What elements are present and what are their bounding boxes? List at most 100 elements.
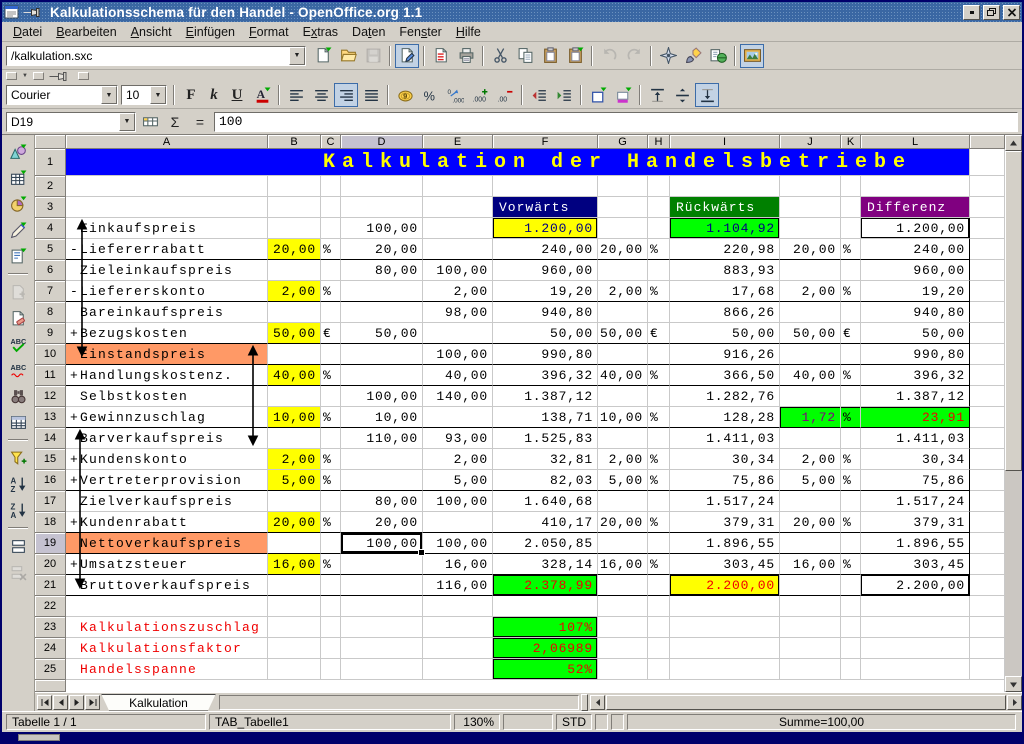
cell-E18[interactable] [423,512,493,533]
menu-einfügen[interactable]: Einfügen [179,23,242,41]
cell-E19[interactable]: 100,00 [423,533,493,554]
cell-F15[interactable]: 32,81 [493,449,598,470]
number-format-currency-icon[interactable]: 9 [393,83,417,107]
cell-F10[interactable]: 990,80 [493,344,598,365]
cell-A19[interactable]: Nettoverkaufspreis [66,533,268,554]
cell-I25[interactable] [670,659,780,680]
insert-icon[interactable] [6,140,30,164]
row-header-11[interactable]: 11 [35,365,66,386]
row-header-2[interactable]: 2 [35,176,66,197]
cell-J3[interactable] [780,197,841,218]
cell-C14[interactable] [321,428,341,449]
column-header-M[interactable] [970,135,1005,149]
cell-M17[interactable] [970,491,1005,512]
font-size-dropdown-icon[interactable]: ▼ [150,86,166,104]
cell-K24[interactable] [841,638,861,659]
cell-A10[interactable]: Einstandspreis [66,344,268,365]
increase-indent-icon[interactable] [552,83,576,107]
cell-M3[interactable] [970,197,1005,218]
cell-A3[interactable] [66,197,268,218]
font-size-combo[interactable]: 10 ▼ [121,85,167,105]
previous-sheet-icon[interactable] [53,695,68,710]
cell-I13[interactable]: 128,28 [670,407,780,428]
cell-D22[interactable] [341,596,423,617]
cell-F9[interactable]: 50,00 [493,323,598,344]
cell-M24[interactable] [970,638,1005,659]
cell-L10[interactable]: 990,80 [861,344,970,365]
cell-M19[interactable] [970,533,1005,554]
cell-J13[interactable]: 1,72 [780,407,841,428]
cell-F16[interactable]: 82,03 [493,470,598,491]
form-controls-icon[interactable] [6,244,30,268]
cell-M5[interactable] [970,239,1005,260]
paste-special-icon[interactable] [563,44,587,68]
cell-L16[interactable]: 75,86 [861,470,970,491]
cell-L21[interactable]: 2.200,00 [861,575,970,596]
cell-E16[interactable]: 5,00 [423,470,493,491]
cell-M8[interactable] [970,302,1005,323]
cell-A23[interactable]: Kalkulationszuschlag [66,617,268,638]
cell-K22[interactable] [841,596,861,617]
cell-H15[interactable]: % [648,449,670,470]
cell-M11[interactable] [970,365,1005,386]
export-pdf-icon[interactable] [429,44,453,68]
cell-I21[interactable]: 2.200,00 [670,575,780,596]
cell-J19[interactable] [780,533,841,554]
cell-J5[interactable]: 20,00 [780,239,841,260]
cell-C4[interactable] [321,218,341,239]
row-header-6[interactable]: 6 [35,260,66,281]
cell-A17[interactable]: Zielverkaufspreis [66,491,268,512]
insert-mode-field[interactable] [503,714,553,730]
cell-M2[interactable] [970,176,1005,197]
page-style-field[interactable]: TAB_Tabelle1 [209,714,451,730]
row-header-18[interactable]: 18 [35,512,66,533]
cell-K14[interactable] [841,428,861,449]
cell-A13[interactable]: +Gewinnzuschlag [66,407,268,428]
cell-A8[interactable]: Bareinkaufspreis [66,302,268,323]
align-justified-icon[interactable] [359,83,383,107]
cell-H16[interactable]: % [648,470,670,491]
cell-A15[interactable]: +Kundenskonto [66,449,268,470]
scroll-up-icon[interactable] [1005,135,1022,151]
hscroll-left-icon[interactable] [590,695,605,710]
cell-M6[interactable] [970,260,1005,281]
gallery-icon[interactable] [740,44,764,68]
cell-H9[interactable]: € [648,323,670,344]
cell-E21[interactable]: 116,00 [423,575,493,596]
cell-A22[interactable] [66,596,268,617]
cell-B6[interactable] [268,260,321,281]
cell-D11[interactable] [341,365,423,386]
cell-L4[interactable]: 1.200,00 [861,218,970,239]
cell-H7[interactable]: % [648,281,670,302]
cell-L22[interactable] [861,596,970,617]
cell-F3[interactable]: Vorwärts [493,197,598,218]
cell-J23[interactable] [780,617,841,638]
cell-C25[interactable] [321,659,341,680]
cell-I16[interactable]: 75,86 [670,470,780,491]
hscroll-right-icon[interactable] [1007,695,1022,710]
cell-D5[interactable]: 20,00 [341,239,423,260]
cell-B8[interactable] [268,302,321,323]
cell-L11[interactable]: 396,32 [861,365,970,386]
menu-bearbeiten[interactable]: Bearbeiten [49,23,123,41]
find-replace-icon[interactable] [6,384,30,408]
number-format-percent-icon[interactable]: % [418,83,442,107]
cell-C24[interactable] [321,638,341,659]
cell-K25[interactable] [841,659,861,680]
row-header-17[interactable]: 17 [35,491,66,512]
align-center-vertical-icon[interactable] [670,83,694,107]
cell-G11[interactable]: 40,00 [598,365,648,386]
cell-I9[interactable]: 50,00 [670,323,780,344]
cell-G18[interactable]: 20,00 [598,512,648,533]
cell-M23[interactable] [970,617,1005,638]
title-bar[interactable]: Kalkulationsschema für den Handel - Open… [2,2,1022,22]
cell-A6[interactable]: Zieleinkaufspreis [66,260,268,281]
cell-B23[interactable] [268,617,321,638]
cell-C15[interactable]: % [321,449,341,470]
cell-J18[interactable]: 20,00 [780,512,841,533]
cell-D16[interactable] [341,470,423,491]
cell-B25[interactable] [268,659,321,680]
cell-H8[interactable] [648,302,670,323]
cell-M10[interactable] [970,344,1005,365]
cell-L6[interactable]: 960,00 [861,260,970,281]
